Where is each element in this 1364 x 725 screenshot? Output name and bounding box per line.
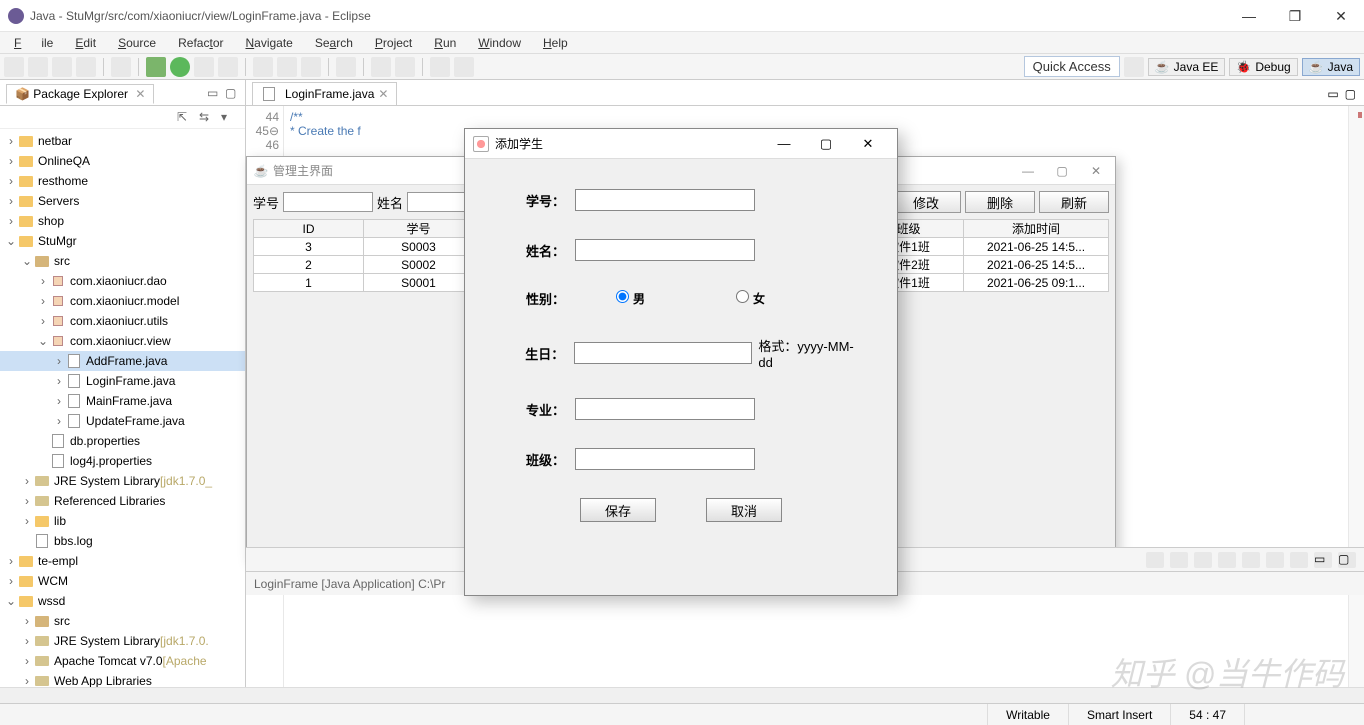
add-name-input[interactable] (575, 239, 755, 261)
menu-navigate[interactable]: Navigate (235, 34, 302, 52)
maximize-view-icon[interactable]: ▢ (225, 86, 239, 100)
radio-male[interactable]: 男 (575, 290, 645, 307)
editor-hscroll[interactable] (246, 687, 1364, 703)
editor-tab-loginframe[interactable]: LoginFrame.java ✕ (252, 82, 397, 105)
forward-icon[interactable] (454, 57, 474, 77)
main-toolbar: Quick Access ☕ Java EE 🐞 Debug ☕ Java (0, 54, 1364, 80)
console-remove-icon[interactable] (1146, 552, 1164, 568)
add-major-input[interactable] (575, 398, 755, 420)
run-icon[interactable] (170, 57, 190, 77)
console-display-icon[interactable] (1266, 552, 1284, 568)
project-tree[interactable]: ›netbar ›OnlineQA ›resthome ›Servers ›sh… (0, 129, 245, 694)
mgr-maximize-button[interactable]: ▢ (1049, 164, 1075, 178)
console-scroll-icon[interactable] (1218, 552, 1236, 568)
open-type-icon[interactable] (301, 57, 321, 77)
save-all-icon[interactable] (52, 57, 72, 77)
window-title: Java - StuMgr/src/com/xiaoniucr/view/Log… (30, 9, 371, 23)
print-icon[interactable] (76, 57, 96, 77)
menubar: File Edit Source Refactor Navigate Searc… (0, 32, 1364, 54)
refresh-button[interactable]: 刷新 (1039, 191, 1109, 213)
new-package-icon[interactable] (253, 57, 273, 77)
window-titlebar: Java - StuMgr/src/com/xiaoniucr/view/Log… (0, 0, 1364, 32)
new-class-icon[interactable] (277, 57, 297, 77)
minimize-button[interactable]: — (1226, 0, 1272, 32)
overview-ruler[interactable] (1348, 106, 1364, 694)
menu-refactor[interactable]: Refactor (168, 34, 233, 52)
dialog-minimize-button[interactable]: — (763, 136, 805, 152)
menu-search[interactable]: Search (305, 34, 363, 52)
minimize-editor-icon[interactable]: ▭ (1327, 87, 1338, 101)
menu-source[interactable]: Source (108, 34, 166, 52)
quick-access-input[interactable]: Quick Access (1024, 56, 1120, 77)
collapse-all-icon[interactable]: ⇱ (177, 110, 193, 124)
debug-icon[interactable] (146, 57, 166, 77)
menu-window[interactable]: Window (468, 34, 531, 52)
status-writable: Writable (987, 704, 1068, 725)
eclipse-icon (8, 8, 24, 24)
build-icon[interactable] (111, 57, 131, 77)
console-clear-icon[interactable] (1242, 552, 1260, 568)
add-class-input[interactable] (575, 448, 755, 470)
dialog-close-button[interactable]: ✕ (847, 136, 889, 152)
console-open-icon[interactable] (1290, 552, 1308, 568)
modify-button[interactable]: 修改 (891, 191, 961, 213)
package-explorer-tab[interactable]: 📦 Package Explorer ✕ (6, 84, 154, 104)
birth-hint: 格式：yyyy-MM-dd (758, 336, 867, 370)
toggle-mark-icon[interactable] (371, 57, 391, 77)
cancel-button[interactable]: 取消 (706, 498, 782, 522)
perspective-java[interactable]: ☕ Java (1302, 58, 1360, 76)
statusbar: Writable Smart Insert 54 : 47 (0, 703, 1364, 725)
close-tab-icon[interactable]: ✕ (378, 87, 388, 101)
console-pin-icon[interactable] (1194, 552, 1212, 568)
perspective-debug[interactable]: 🐞 Debug (1229, 58, 1297, 76)
menu-help[interactable]: Help (533, 34, 578, 52)
menu-project[interactable]: Project (365, 34, 422, 52)
close-button[interactable]: ✕ (1318, 0, 1364, 32)
menu-run[interactable]: Run (424, 34, 466, 52)
mgr-minimize-button[interactable]: — (1015, 164, 1041, 178)
console-removeall-icon[interactable] (1170, 552, 1188, 568)
close-tab-icon[interactable]: ✕ (135, 87, 145, 101)
mgr-window-title: 管理主界面 (273, 162, 333, 179)
label-name: 姓名 (377, 193, 403, 212)
radio-female[interactable]: 女 (695, 290, 765, 307)
link-editor-icon[interactable]: ⇆ (199, 110, 215, 124)
console-min-icon[interactable]: ▭ (1314, 552, 1332, 568)
status-cursor-pos: 54 : 47 (1170, 704, 1244, 725)
add-dialog-title: 添加学生 (495, 135, 543, 152)
new-icon[interactable] (4, 57, 24, 77)
explorer-hscroll[interactable] (0, 687, 246, 703)
save-icon[interactable] (28, 57, 48, 77)
package-explorer-view: 📦 Package Explorer ✕ ▭ ▢ ⇱ ⇆ ▾ ›netbar ›… (0, 80, 246, 694)
tree-item-addframe: ›AddFrame.java (0, 351, 245, 371)
status-insert: Smart Insert (1068, 704, 1170, 725)
view-menu-icon[interactable]: ▾ (221, 110, 237, 124)
console-max-icon[interactable]: ▢ (1338, 552, 1356, 568)
search-icon[interactable] (336, 57, 356, 77)
ext-tools-icon[interactable] (218, 57, 238, 77)
java-app-icon: ☕ (253, 163, 269, 179)
label-sno: 学号 (253, 193, 279, 212)
run-last-icon[interactable] (194, 57, 214, 77)
save-button[interactable]: 保存 (580, 498, 656, 522)
minimize-view-icon[interactable]: ▭ (207, 86, 221, 100)
perspective-javaee[interactable]: ☕ Java EE (1148, 58, 1226, 76)
dialog-maximize-button[interactable]: ▢ (805, 136, 847, 152)
toggle-block-icon[interactable] (395, 57, 415, 77)
delete-button[interactable]: 删除 (965, 191, 1035, 213)
maximize-button[interactable]: ❐ (1272, 0, 1318, 32)
open-perspective-icon[interactable] (1124, 57, 1144, 77)
input-sno[interactable] (283, 192, 373, 212)
add-birth-input[interactable] (574, 342, 752, 364)
add-student-dialog: 添加学生 — ▢ ✕ 学号： 姓名： 性别： 男 女 生日：格式：yyyy-MM… (464, 128, 898, 596)
back-icon[interactable] (430, 57, 450, 77)
maximize-editor-icon[interactable]: ▢ (1345, 87, 1356, 101)
mgr-close-button[interactable]: ✕ (1083, 164, 1109, 178)
java-app-icon (473, 136, 489, 152)
add-sno-input[interactable] (575, 189, 755, 211)
menu-file[interactable]: File (4, 34, 63, 52)
menu-edit[interactable]: Edit (65, 34, 106, 52)
